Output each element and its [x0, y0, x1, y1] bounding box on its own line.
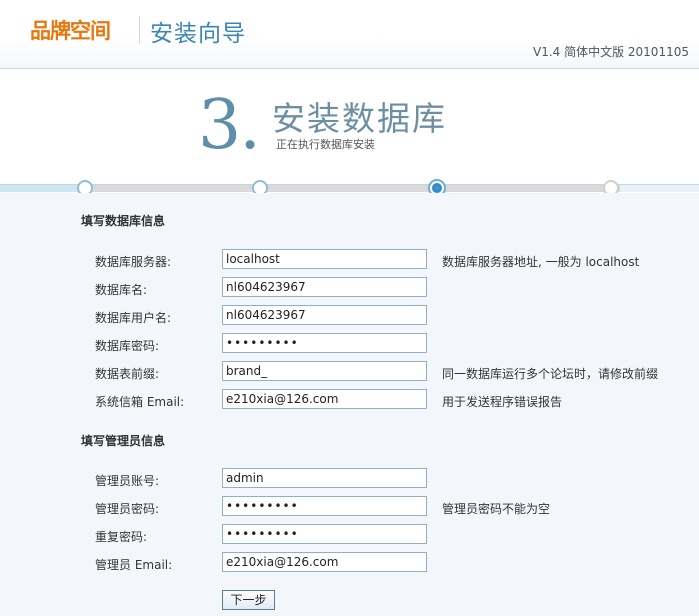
- admin-account-label: 管理员账号:: [95, 474, 160, 488]
- table-prefix-input[interactable]: [222, 361, 427, 381]
- table-prefix-note: 同一数据库运行多个论坛时，请修改前缀: [442, 367, 659, 381]
- step-title: 安装数据库: [272, 99, 447, 138]
- brand-logo: 品牌空间: [30, 19, 111, 43]
- db-server-input[interactable]: [222, 249, 427, 269]
- db-user-label: 数据库用户名:: [95, 311, 172, 325]
- db-user-input[interactable]: [222, 305, 427, 325]
- step-heading: 3. 安装数据库 正在执行数据库安装: [0, 69, 699, 189]
- db-section-title: 填写数据库信息: [81, 214, 166, 228]
- progress-track: [0, 184, 699, 193]
- system-email-label: 系统信箱 Email:: [95, 395, 185, 409]
- system-email-note: 用于发送程序错误报告: [442, 395, 563, 409]
- system-email-input[interactable]: [222, 389, 427, 409]
- repeat-password-input[interactable]: [222, 524, 427, 544]
- db-password-input[interactable]: [222, 333, 427, 353]
- admin-account-input[interactable]: [222, 468, 427, 488]
- repeat-password-label: 重复密码:: [95, 530, 148, 544]
- admin-email-input[interactable]: [222, 552, 427, 572]
- admin-password-input[interactable]: [222, 496, 427, 516]
- header: 品牌空间 安装向导 V1.4 简体中文版 20101105: [0, 0, 699, 69]
- admin-password-label: 管理员密码:: [95, 502, 160, 516]
- table-prefix-label: 数据表前缀:: [95, 367, 160, 381]
- db-name-label: 数据库名:: [95, 283, 148, 297]
- step-number: 3.: [198, 86, 261, 165]
- db-server-note: 数据库服务器地址, 一般为 localhost: [442, 255, 640, 269]
- wizard-title: 安装向导: [150, 21, 246, 47]
- db-name-input[interactable]: [222, 277, 427, 297]
- logo-divider: [139, 16, 140, 44]
- admin-password-note: 管理员密码不能为空: [442, 502, 551, 516]
- next-step-button[interactable]: 下一步: [222, 590, 275, 610]
- step-subtitle: 正在执行数据库安装: [276, 138, 375, 151]
- db-server-label: 数据库服务器:: [95, 255, 172, 269]
- admin-section-title: 填写管理员信息: [81, 434, 166, 448]
- version-info: V1.4 简体中文版 20101105: [532, 45, 689, 59]
- admin-email-label: 管理员 Email:: [95, 558, 173, 572]
- db-password-label: 数据库密码:: [95, 339, 160, 353]
